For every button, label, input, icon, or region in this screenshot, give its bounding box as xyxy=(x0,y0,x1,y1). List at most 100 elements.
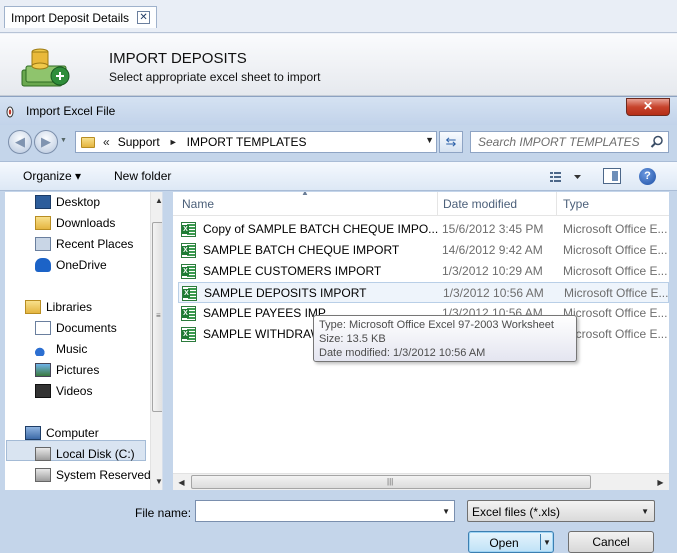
column-header-row: ▲ Name Date modified Type xyxy=(173,192,669,216)
recent-places-icon xyxy=(35,237,51,251)
refresh-button[interactable]: ⇆ xyxy=(439,131,463,153)
nav-item-label: Desktop xyxy=(56,195,101,209)
file-row[interactable]: SAMPLE CUSTOMERS IMPORT 1/3/2012 10:29 AM… xyxy=(178,261,669,282)
column-divider[interactable] xyxy=(556,192,557,216)
nav-item-pictures[interactable]: Pictures xyxy=(35,360,99,380)
nav-item-local-disk-c[interactable]: Local Disk (C:) xyxy=(35,444,135,464)
nav-item-onedrive[interactable]: OneDrive xyxy=(35,255,107,275)
dialog-titlebar[interactable]: Import Excel File ✕ xyxy=(0,97,677,125)
nav-item-libraries[interactable]: Libraries xyxy=(25,297,92,317)
cancel-button[interactable]: Cancel xyxy=(568,531,654,553)
excel-file-icon xyxy=(181,264,196,279)
scroll-down-icon[interactable]: ▼ xyxy=(151,473,162,490)
column-header-name[interactable]: Name xyxy=(182,197,214,211)
file-type: Microsoft Office E... xyxy=(564,286,669,300)
nav-item-recent-places[interactable]: Recent Places xyxy=(35,234,133,254)
open-options-dropdown-icon[interactable]: ▼ xyxy=(543,538,551,547)
dialog-toolbar: Organize ▾ New folder ? xyxy=(0,161,677,191)
nav-item-downloads[interactable]: Downloads xyxy=(35,213,115,233)
onedrive-cloud-icon xyxy=(35,258,51,272)
desktop-icon xyxy=(35,195,51,209)
computer-icon xyxy=(25,426,41,440)
file-type-value: Excel files (*.xls) xyxy=(472,505,561,519)
nav-item-videos[interactable]: Videos xyxy=(35,381,92,401)
tooltip-type: Type: Microsoft Office Excel 97-2003 Wor… xyxy=(319,319,554,331)
nav-item-label: Pictures xyxy=(56,363,100,377)
scrollbar-grip-icon: ||| xyxy=(387,477,394,486)
nav-item-computer[interactable]: Computer xyxy=(25,423,99,443)
column-divider[interactable] xyxy=(437,192,438,216)
nav-item-label: Music xyxy=(56,342,88,356)
column-header-type[interactable]: Type xyxy=(563,197,589,211)
scrollbar-grip-icon: ≡ xyxy=(156,311,161,320)
address-bar[interactable]: « Support ► IMPORT TEMPLATES ▼ xyxy=(75,131,437,153)
navigation-pane: Desktop Downloads Recent Places OneDrive Lib… xyxy=(5,192,163,490)
videos-icon xyxy=(35,384,51,398)
navigation-pane-scrollbar[interactable]: ▲ ≡ ▼ xyxy=(150,192,162,490)
horizontal-scrollbar[interactable]: ◀ ||| ▶ xyxy=(173,473,669,490)
file-type-select[interactable]: Excel files (*.xls) ▼ xyxy=(467,500,655,522)
file-row[interactable]: SAMPLE DEPOSITS IMPORT 1/3/2012 10:56 AM M… xyxy=(178,282,669,303)
breadcrumb-separator-icon[interactable]: ► xyxy=(169,137,178,147)
libraries-icon xyxy=(25,300,41,314)
address-overflow-chevron[interactable]: « xyxy=(103,135,110,149)
app-tab-bar: Import Deposit Details ✕ xyxy=(0,0,677,33)
tab-label: Import Deposit Details xyxy=(11,10,130,25)
nav-item-system-reserved[interactable]: System Reserved xyxy=(35,465,151,485)
search-icon[interactable] xyxy=(650,135,664,149)
scrollbar-thumb[interactable]: ||| xyxy=(191,475,591,489)
nav-item-label: OneDrive xyxy=(56,258,107,272)
nav-item-music[interactable]: Music xyxy=(35,339,87,359)
recent-locations-dropdown-icon[interactable]: ▼ xyxy=(60,137,70,147)
search-box[interactable] xyxy=(470,131,669,153)
nav-item-documents[interactable]: Documents xyxy=(35,318,117,338)
file-name-dropdown-icon[interactable]: ▼ xyxy=(442,507,450,516)
tab-import-deposit-details[interactable]: Import Deposit Details ✕ xyxy=(4,6,158,28)
tooltip-date-modified: Date modified: 1/3/2012 10:56 AM xyxy=(319,347,486,359)
page-subtitle: Select appropriate excel sheet to import xyxy=(109,70,321,84)
file-type: Microsoft Office E... xyxy=(563,243,668,257)
help-icon[interactable]: ? xyxy=(639,168,656,185)
page-title: IMPORT DEPOSITS xyxy=(109,50,247,67)
address-dropdown-icon[interactable]: ▼ xyxy=(425,135,434,145)
excel-file-icon xyxy=(181,327,196,342)
back-button[interactable]: ◀ xyxy=(8,130,32,154)
drive-icon xyxy=(35,468,51,482)
scroll-up-icon[interactable]: ▲ xyxy=(151,192,162,209)
dialog-close-button[interactable]: ✕ xyxy=(626,98,670,116)
file-name-combobox[interactable]: ▼ xyxy=(195,500,455,522)
forward-button[interactable]: ▶ xyxy=(34,130,58,154)
new-folder-button[interactable]: New folder xyxy=(114,169,171,183)
music-icon xyxy=(35,342,51,356)
change-view-icon[interactable] xyxy=(548,170,584,184)
organize-button[interactable]: Organize ▾ xyxy=(23,169,81,183)
file-date-modified: 15/6/2012 3:45 PM xyxy=(442,222,544,236)
sort-ascending-icon: ▲ xyxy=(301,192,309,197)
file-type-dropdown-icon[interactable]: ▼ xyxy=(641,507,649,516)
search-input[interactable] xyxy=(471,132,646,152)
column-header-date-modified[interactable]: Date modified xyxy=(443,197,517,211)
money-stack-icon xyxy=(21,48,70,87)
nav-item-desktop[interactable]: Desktop xyxy=(35,192,100,212)
documents-icon xyxy=(35,321,51,335)
file-name: Copy of SAMPLE BATCH CHEQUE IMPO... xyxy=(203,222,439,236)
file-row[interactable]: Copy of SAMPLE BATCH CHEQUE IMPO...15/6/… xyxy=(178,219,669,240)
breadcrumb-support[interactable]: Support xyxy=(118,135,160,149)
downloads-folder-icon xyxy=(35,216,51,230)
open-button-label: Open xyxy=(489,536,519,550)
nav-item-label: Downloads xyxy=(56,216,116,230)
file-row[interactable]: SAMPLE BATCH CHEQUE IMPORT 14/6/2012 9:42… xyxy=(178,240,669,261)
file-type: Microsoft Office E... xyxy=(563,222,668,236)
excel-file-icon xyxy=(181,306,196,321)
scroll-right-icon[interactable]: ▶ xyxy=(652,474,669,490)
scrollbar-thumb[interactable]: ≡ xyxy=(152,222,162,412)
preview-pane-icon[interactable] xyxy=(603,168,621,184)
file-date-modified: 14/6/2012 9:42 AM xyxy=(442,243,543,257)
nav-item-label: Videos xyxy=(56,384,93,398)
file-date-modified: 1/3/2012 10:56 AM xyxy=(443,286,544,300)
breadcrumb-import-templates[interactable]: IMPORT TEMPLATES xyxy=(187,135,307,149)
open-button[interactable]: Open ▼ xyxy=(468,531,554,553)
file-name-input[interactable] xyxy=(196,501,432,521)
scroll-left-icon[interactable]: ◀ xyxy=(173,474,190,490)
tab-close-icon[interactable]: ✕ xyxy=(137,11,151,24)
